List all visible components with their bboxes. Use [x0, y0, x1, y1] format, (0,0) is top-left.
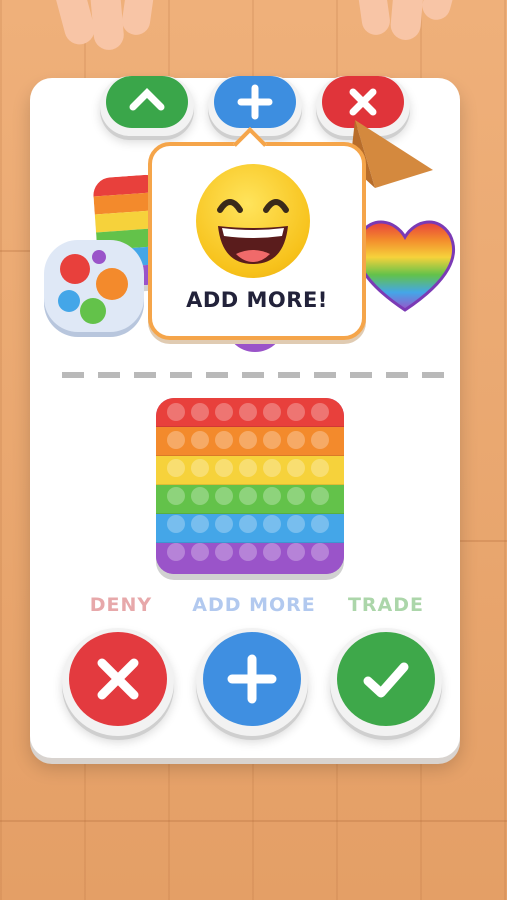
add-more-popup: ADD MORE!	[148, 142, 366, 340]
deny-button[interactable]	[62, 628, 174, 736]
trade-label: TRADE	[347, 594, 425, 616]
opponent-add-button	[208, 76, 302, 136]
opponent-accept-button	[100, 76, 194, 136]
add-more-button[interactable]	[196, 628, 308, 736]
popup-message: ADD MORE!	[186, 288, 328, 312]
check-icon	[363, 662, 409, 698]
player-rainbow-popit	[156, 398, 344, 574]
heart-popit	[350, 215, 460, 315]
plus-icon	[227, 654, 277, 704]
add-more-label: ADD MORE	[192, 594, 316, 616]
grinning-face-icon	[196, 164, 310, 278]
check-icon	[129, 88, 165, 111]
divider-line	[62, 372, 447, 378]
plus-icon	[237, 84, 273, 120]
trade-button[interactable]	[330, 628, 442, 736]
x-icon	[97, 658, 139, 700]
deny-label: DENY	[89, 594, 153, 616]
simple-dimple-toy	[44, 240, 144, 332]
wood-plank-seam	[0, 820, 507, 822]
